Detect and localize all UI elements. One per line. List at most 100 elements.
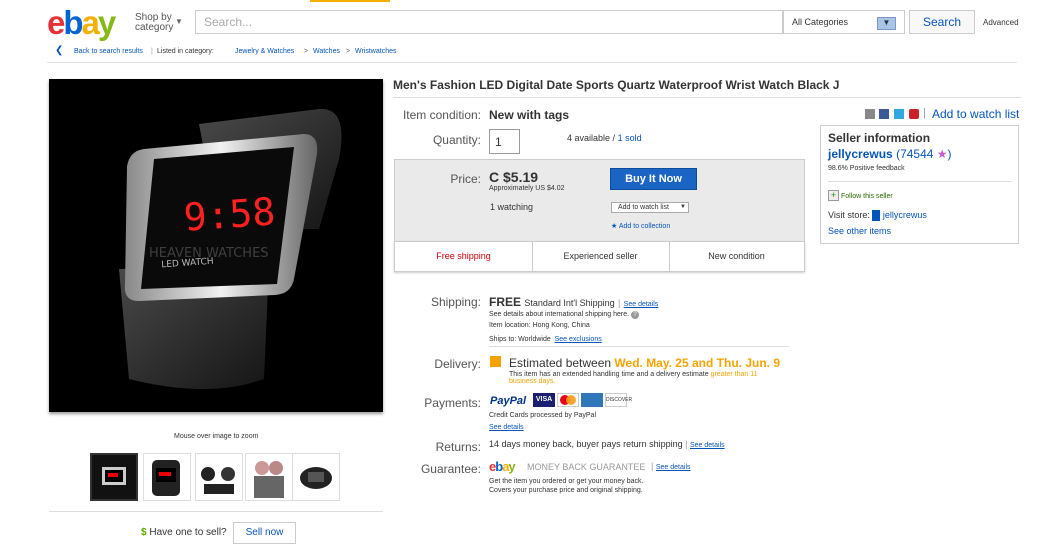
- intl-shipping-note: See details about international shipping…: [489, 311, 640, 319]
- returns-label: Returns:: [435, 440, 481, 454]
- availability: 4 available / 1 sold: [567, 133, 642, 143]
- star-icon: ★: [936, 147, 948, 161]
- sold-link[interactable]: 1 sold: [618, 133, 642, 143]
- shop-by-label-2: category: [135, 22, 174, 33]
- email-icon[interactable]: [865, 109, 875, 119]
- breadcrumb-jewelry[interactable]: Jewelry & Watches: [235, 48, 294, 55]
- dollar-icon: $: [141, 527, 147, 538]
- payment-details-link[interactable]: See details: [489, 424, 524, 431]
- thumbnail-4[interactable]: [245, 453, 293, 501]
- breadcrumb-wristwatches[interactable]: Wristwatches: [355, 48, 397, 55]
- category-select[interactable]: All Categories ▼: [783, 10, 905, 34]
- ebay-logo[interactable]: ebay: [47, 4, 116, 42]
- search-input[interactable]: Search...: [195, 10, 783, 34]
- seller-divider: [828, 181, 1011, 182]
- listed-in-label: Listed in category:: [157, 48, 214, 55]
- price-label: Price:: [450, 172, 481, 186]
- buy-it-now-button[interactable]: Buy It Now: [610, 168, 697, 190]
- ebay-guarantee-logo: ebay: [489, 459, 516, 474]
- watch-image: 9:58 LED WATCH HEAVEN WATCHES: [119, 108, 342, 389]
- seller-name-row: jellycrewus (74544 ★): [828, 147, 952, 161]
- mbg-text: MONEY BACK GUARANTEE: [527, 462, 646, 472]
- follow-seller[interactable]: + Follow this seller: [828, 190, 893, 201]
- thumbnail-1[interactable]: [90, 453, 138, 501]
- seller-heading: Seller information: [828, 131, 931, 145]
- guarantee-details: | See details: [651, 461, 691, 471]
- seller-info-box: Seller information jellycrewus (74544 ★)…: [820, 125, 1019, 244]
- price-value: C $5.19: [489, 169, 539, 185]
- delivery-note-highlight: greater than 11: [710, 371, 758, 378]
- ships-to: Ships to: Worldwide: [489, 336, 551, 343]
- add-to-watch-link[interactable]: Add to watch list: [932, 107, 1019, 121]
- delivery-dates: Wed. May. 25 and Thu. Jun. 9: [614, 356, 780, 370]
- badge-experienced-seller: Experienced seller: [532, 242, 670, 271]
- breadcrumb-sep: >: [304, 48, 309, 55]
- badges-row: Free shipping Experienced seller New con…: [394, 241, 805, 272]
- estimated-label: Estimated between: [509, 356, 612, 370]
- positive-feedback: 98.6% Positive feedback: [828, 165, 905, 172]
- returns-details-link[interactable]: See details: [690, 442, 725, 449]
- main-product-image[interactable]: 9:58 LED WATCH HEAVEN WATCHES: [49, 79, 383, 412]
- star-icon: ★: [611, 223, 618, 230]
- shop-by-category-button[interactable]: Shop by category ▼: [135, 13, 183, 33]
- back-arrow-icon[interactable]: ❮: [55, 45, 63, 56]
- quantity-input[interactable]: 1: [489, 129, 520, 154]
- watching-count: 1 watching: [490, 202, 534, 212]
- badge-free-shipping: Free shipping: [395, 242, 533, 271]
- search-button[interactable]: Search: [909, 10, 975, 34]
- returns-text: 14 days money back, buyer pays return sh…: [489, 439, 683, 449]
- delivery-note: This item has an extended handling time …: [509, 371, 789, 385]
- guarantee-label: Guarantee:: [420, 462, 481, 476]
- thumbnail-2[interactable]: [143, 453, 191, 501]
- pinterest-icon[interactable]: [909, 109, 919, 119]
- thumbnail-3[interactable]: [195, 453, 243, 501]
- returns-row: 14 days money back, buyer pays return sh…: [489, 439, 725, 449]
- condition-value: New with tags: [489, 108, 570, 122]
- twitter-icon[interactable]: [894, 109, 904, 119]
- available-text: 4 available /: [567, 133, 616, 143]
- store-link[interactable]: jellycrewus: [883, 210, 927, 220]
- visit-store-row: Visit store: jellycrewus: [828, 210, 927, 222]
- mastercard-icon: [557, 393, 579, 407]
- guarantee-details-link[interactable]: See details: [656, 464, 691, 471]
- have-one-to-sell: $ Have one to sell?: [141, 527, 227, 538]
- price-approx: Approximately US $4.02: [489, 185, 565, 192]
- see-other-items-link[interactable]: See other items: [828, 226, 891, 236]
- shipping-details-link[interactable]: See details: [624, 301, 659, 308]
- plus-icon: +: [828, 190, 839, 201]
- quantity-label: Quantity:: [432, 133, 481, 147]
- watermark: HEAVEN WATCHES: [149, 246, 269, 261]
- seller-name-link[interactable]: jellycrewus: [828, 147, 893, 161]
- top-accent-line: [310, 0, 390, 2]
- sell-now-button[interactable]: Sell now: [233, 522, 296, 544]
- visit-store-label: Visit store:: [828, 210, 870, 220]
- breadcrumb-divider: |: [151, 48, 153, 55]
- add-to-watch-select[interactable]: Add to watch list ▼: [611, 202, 689, 213]
- condition-label: Item condition:: [402, 108, 481, 122]
- add-watch-select-label: Add to watch list: [618, 204, 669, 211]
- header: ebay Shop by category ▼ Search... All Ca…: [0, 0, 1041, 42]
- title-divider: [393, 97, 1021, 98]
- exclusions-link[interactable]: See exclusions: [555, 336, 602, 343]
- guarantee-line-2: Covers your purchase price and original …: [489, 487, 643, 494]
- shipping-method: Standard Int'l Shipping: [524, 298, 615, 308]
- facebook-icon[interactable]: [879, 109, 889, 119]
- add-collection-label: Add to collection: [618, 223, 671, 230]
- back-to-search-link[interactable]: Back to search results: [74, 48, 143, 55]
- shipping-free: FREE: [489, 295, 522, 309]
- divider: [49, 511, 383, 512]
- have-one-label: Have one to sell?: [149, 527, 227, 538]
- guarantee-line-1: Get the item you ordered or get your mon…: [489, 478, 644, 485]
- breadcrumb-watches[interactable]: Watches: [313, 48, 340, 55]
- ships-to-row: Ships to: Worldwide See exclusions: [489, 336, 602, 343]
- delivery-estimate: Estimated between Wed. May. 25 and Thu. …: [509, 356, 780, 370]
- thumbnail-5[interactable]: [292, 453, 340, 501]
- led-display: 9:58: [182, 189, 276, 239]
- follow-label: Follow this seller: [840, 193, 893, 200]
- paypal-logo: PayPal: [490, 395, 527, 407]
- breadcrumb-sep: >: [346, 48, 351, 55]
- add-to-collection[interactable]: ★ Add to collection: [611, 222, 670, 230]
- advanced-search-link[interactable]: Advanced: [983, 18, 1019, 27]
- feedback-count-link[interactable]: 74544: [900, 147, 933, 161]
- help-icon[interactable]: ?: [631, 311, 640, 319]
